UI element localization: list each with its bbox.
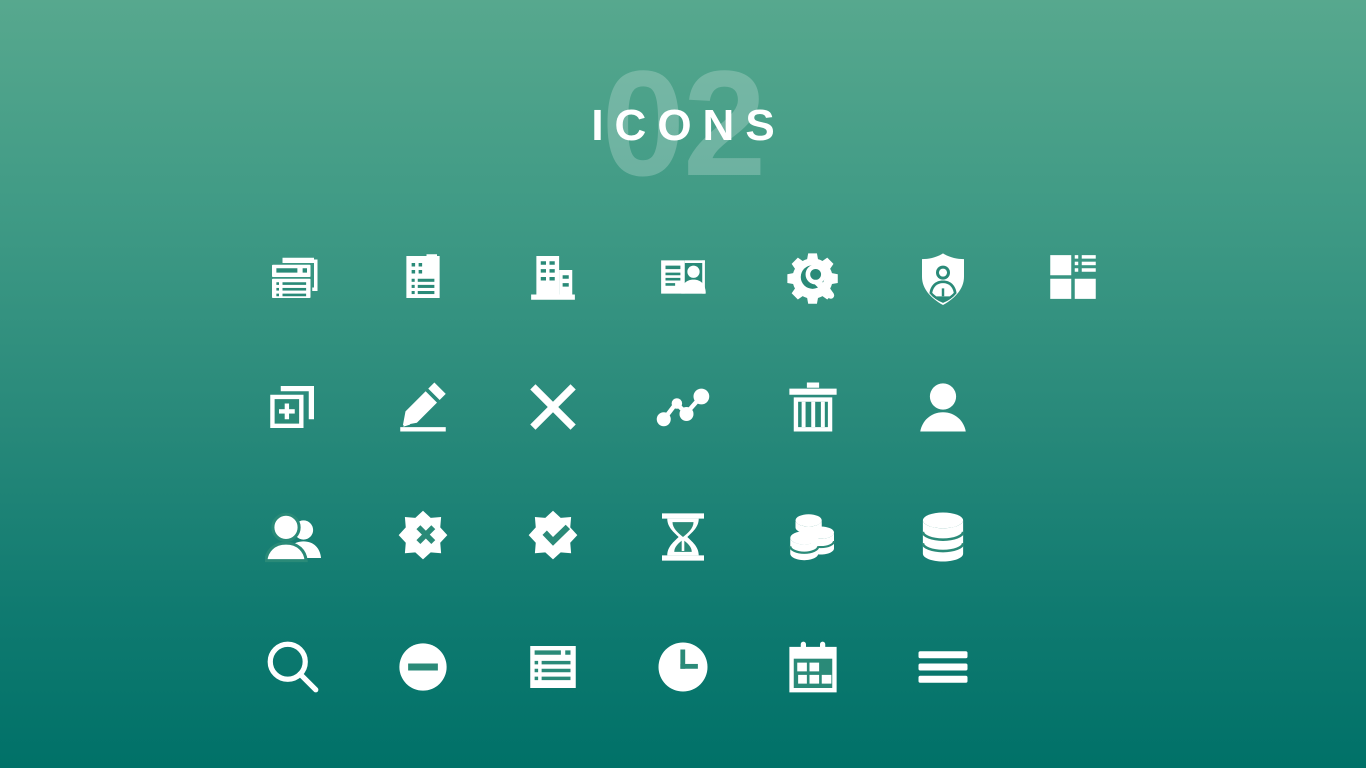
page-title: ICONS [591,101,786,150]
icons-slide: 02 ICONS [0,0,1366,768]
user-person-icon[interactable] [894,358,992,456]
search-icon[interactable] [244,618,342,716]
icon-row-2 [0,358,1366,456]
close-x-icon[interactable] [504,358,602,456]
dashboard-layout-icon[interactable] [1024,228,1122,326]
add-square-icon[interactable] [244,358,342,456]
gear-wrench-icon[interactable] [764,228,862,326]
clock-icon[interactable] [634,618,732,716]
minus-circle-icon[interactable] [374,618,472,716]
hourglass-icon[interactable] [634,488,732,586]
badge-approve-icon[interactable] [504,488,602,586]
database-icon[interactable] [894,488,992,586]
office-building-icon[interactable] [504,228,602,326]
contact-card-icon[interactable] [634,228,732,326]
shield-person-icon[interactable] [894,228,992,326]
bookmarked-document-icon[interactable] [374,228,472,326]
hamburger-menu-icon[interactable] [894,618,992,716]
calendar-icon[interactable] [764,618,862,716]
pencil-edit-icon[interactable] [374,358,472,456]
trash-delete-icon[interactable] [764,358,862,456]
stacked-list-window-icon[interactable] [244,228,342,326]
icon-grid [0,228,1366,748]
slide-header: 02 ICONS [0,0,1366,200]
network-nodes-icon[interactable] [634,358,732,456]
icon-row-3 [0,488,1366,586]
badge-reject-icon[interactable] [374,488,472,586]
icon-row-4 [0,618,1366,716]
users-group-icon[interactable] [244,488,342,586]
list-table-icon[interactable] [504,618,602,716]
database-stack-icon[interactable] [764,488,862,586]
icon-row-1 [0,228,1366,326]
